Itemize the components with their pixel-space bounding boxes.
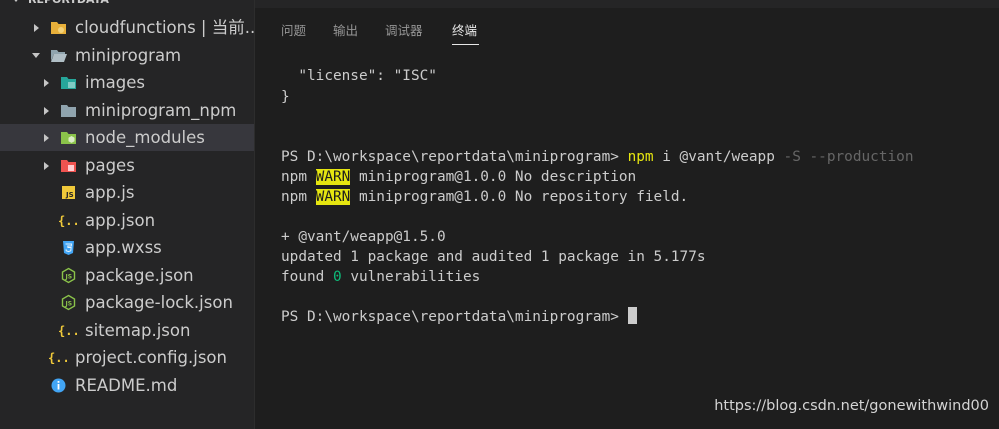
tree-item-label: README.md [75, 376, 178, 395]
pages-folder-icon [60, 157, 77, 174]
terminal-line: "license": "ISC" [281, 68, 437, 84]
tree-item-label: sitemap.json [85, 321, 191, 340]
tree-item-label: package-lock.json [85, 293, 233, 312]
terminal-line: found 0 vulnerabilities [281, 269, 481, 285]
terminal-warn-line: npm WARN miniprogram@1.0.0 No descriptio… [281, 169, 637, 185]
chevron-right-icon [43, 161, 51, 171]
tree-item-label: project.config.json [75, 348, 227, 367]
node-file-icon: JS [60, 267, 77, 284]
folder-open-icon [50, 47, 67, 64]
tab-problems[interactable]: 问题 [281, 22, 306, 40]
tree-item-label: app.json [85, 211, 156, 230]
tree-item-label: package.json [85, 266, 194, 285]
css-file-icon [60, 239, 77, 256]
panel-top-border [255, 0, 999, 8]
tree-item-app-wxss[interactable]: app.wxss [0, 234, 254, 261]
chevron-right-icon [43, 133, 51, 143]
tree-item-project-config-json[interactable]: {..} project.config.json [0, 344, 254, 371]
active-tab-indicator [452, 44, 479, 45]
command-flags: -S --production [783, 149, 914, 165]
terminal-prompt-line: PS D:\workspace\reportdata\miniprogram> [281, 307, 637, 327]
node-file-icon: JS [60, 294, 77, 311]
tab-output[interactable]: 输出 [333, 22, 358, 40]
tab-debugger[interactable]: 调试器 [385, 22, 423, 40]
tree-item-label: app.js [85, 183, 135, 202]
svg-text:{..}: {..} [48, 351, 67, 365]
watermark-url: https://blog.csdn.net/gonewithwind00 [714, 398, 989, 414]
tree-item-label: app.wxss [85, 238, 162, 257]
tree-item-node-modules[interactable]: node_modules [0, 124, 254, 151]
svg-text:JS: JS [65, 274, 73, 281]
tree-item-app-json[interactable]: {..} app.json [0, 207, 254, 234]
tree-item-label: cloudfunctions | 当前... [75, 18, 254, 37]
tree-item-miniprogram[interactable]: miniprogram [0, 42, 254, 69]
warn-badge: WARN [315, 189, 351, 205]
terminal-line: + @vant/weapp@1.5.0 [281, 229, 446, 245]
chevron-down-icon [12, 0, 20, 2]
tree-item-label: images [85, 73, 145, 92]
vulnerability-count: 0 [332, 269, 342, 285]
tree-item-readme-md[interactable]: README.md [0, 372, 254, 399]
tree-item-label: pages [85, 156, 135, 175]
tree-item-app-js[interactable]: JS app.js [0, 179, 254, 206]
json-file-icon: {..} [48, 349, 67, 366]
tree-item-miniprogram-npm[interactable]: miniprogram_npm [0, 97, 254, 124]
terminal-prompt: PS D:\workspace\reportdata\miniprogram> [281, 149, 628, 165]
node-folder-icon [60, 129, 77, 146]
cloud-folder-icon [50, 19, 67, 36]
explorer-sidebar: REPORTDATA cloudfunctions | 当前... minipr… [0, 0, 254, 429]
chevron-right-icon [33, 23, 41, 33]
tree-item-label: miniprogram [75, 46, 182, 65]
json-file-icon: {..} [58, 322, 77, 339]
command-name: npm [627, 149, 654, 165]
command-args: i @vant/weapp [653, 149, 784, 165]
svg-text:JS: JS [65, 301, 73, 308]
explorer-section-header[interactable]: REPORTDATA [0, 0, 254, 8]
terminal-warn-line: npm WARN miniprogram@1.0.0 No repository… [281, 189, 689, 205]
tree-item-pages[interactable]: pages [0, 152, 254, 179]
terminal-command-line: PS D:\workspace\reportdata\miniprogram> … [281, 147, 914, 167]
json-file-icon: {..} [58, 212, 77, 229]
ide-window: REPORTDATA cloudfunctions | 当前... minipr… [0, 0, 999, 429]
chevron-right-icon [43, 78, 51, 88]
tree-item-package-json[interactable]: JS package.json [0, 262, 254, 289]
tree-item-sitemap-json[interactable]: {..} sitemap.json [0, 317, 254, 344]
warn-badge: WARN [315, 169, 351, 185]
tree-item-images[interactable]: images [0, 69, 254, 96]
tree-item-package-lock-json[interactable]: JS package-lock.json [0, 289, 254, 316]
chevron-down-icon [32, 51, 40, 61]
bottom-panel: 问题 输出 调试器 终端 "license": "ISC" } PS D:\wo… [255, 0, 999, 429]
svg-text:{..}: {..} [58, 324, 77, 338]
terminal-line: } [281, 89, 290, 105]
terminal-cursor [627, 307, 637, 324]
tree-item-label: node_modules [85, 128, 205, 147]
tree-item-label: miniprogram_npm [85, 101, 237, 120]
svg-text:JS: JS [65, 191, 74, 199]
terminal-line: updated 1 package and audited 1 package … [281, 249, 706, 265]
svg-text:{..}: {..} [58, 214, 77, 228]
terminal-prompt: PS D:\workspace\reportdata\miniprogram> [281, 309, 628, 325]
images-folder-icon [60, 74, 77, 91]
chevron-right-icon [43, 106, 51, 116]
tree-item-cloudfunctions[interactable]: cloudfunctions | 当前... [0, 14, 254, 41]
tab-terminal[interactable]: 终端 [452, 22, 477, 40]
js-file-icon: JS [60, 184, 77, 201]
info-icon [50, 377, 67, 394]
folder-icon [60, 102, 77, 119]
explorer-section-title: REPORTDATA [28, 0, 109, 8]
